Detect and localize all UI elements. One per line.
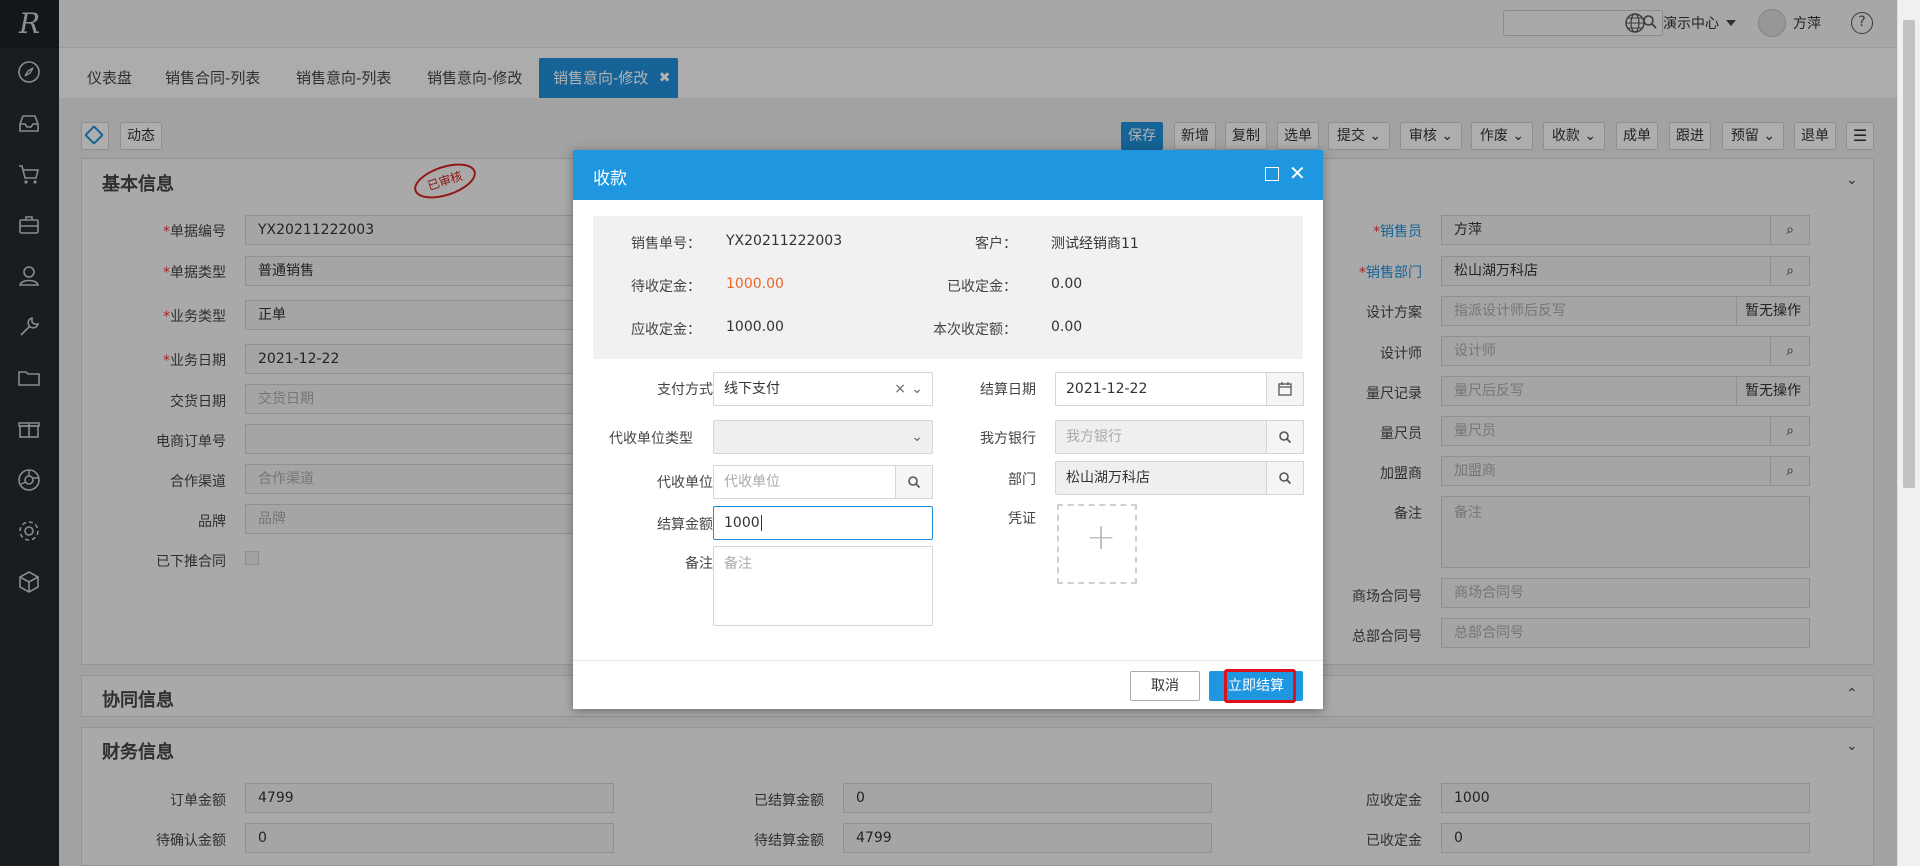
- order-no-value: YX20211222003: [726, 233, 843, 249]
- search-icon[interactable]: [1266, 420, 1304, 454]
- remark-textarea[interactable]: 备注: [713, 546, 933, 626]
- payment-modal: 收款 ✕ 销售单号： YX20211222003 客户： 测试经销商11 待收定…: [573, 150, 1323, 709]
- maximize-icon[interactable]: [1265, 167, 1279, 181]
- agent-type-select[interactable]: ⌄: [713, 420, 933, 454]
- our-bank-label: 我方银行: [980, 431, 1036, 447]
- dept-input[interactable]: 松山湖万科店: [1055, 461, 1267, 495]
- agent-unit-input[interactable]: 代收单位: [713, 465, 896, 499]
- customer-label: 客户：: [975, 236, 1017, 252]
- received-deposit-value: 0.00: [1051, 276, 1083, 292]
- due-deposit-value: 1000.00: [726, 319, 784, 335]
- current-amount-value: 0.00: [1051, 319, 1083, 335]
- received-deposit-label: 已收定金：: [947, 279, 1017, 295]
- voucher-label: 凭证: [1008, 511, 1036, 527]
- due-deposit-label: 应收定金：: [631, 322, 701, 338]
- clear-icon[interactable]: ×: [894, 373, 906, 405]
- current-amount-label: 本次收定额：: [933, 322, 1017, 338]
- search-icon[interactable]: [895, 465, 933, 499]
- pending-deposit-value: 1000.00: [726, 276, 784, 292]
- pay-method-label: 支付方式: [657, 382, 713, 398]
- cancel-button[interactable]: 取消: [1130, 671, 1200, 701]
- modal-footer-divider: [573, 660, 1323, 661]
- voucher-upload[interactable]: +: [1057, 504, 1137, 584]
- dept-label: 部门: [1008, 472, 1036, 488]
- our-bank-input[interactable]: 我方银行: [1055, 420, 1267, 454]
- agent-type-label: 代收单位类型: [609, 431, 693, 447]
- scrollbar-thumb[interactable]: [1903, 20, 1915, 488]
- calendar-icon[interactable]: [1266, 372, 1304, 406]
- close-icon[interactable]: ✕: [1289, 161, 1306, 185]
- pay-method-select[interactable]: 线下支付 × ⌄: [713, 372, 933, 406]
- plus-icon: +: [1086, 517, 1117, 558]
- chevron-down-icon[interactable]: ⌄: [911, 373, 923, 405]
- settle-date-label: 结算日期: [980, 382, 1036, 398]
- settle-amount-label: 结算金额: [657, 517, 713, 533]
- pending-deposit-label: 待收定金：: [631, 279, 701, 295]
- page-scrollbar[interactable]: [1897, 0, 1920, 866]
- chevron-down-icon[interactable]: ⌄: [911, 421, 923, 453]
- modal-header: 收款 ✕: [573, 150, 1323, 200]
- agent-unit-label: 代收单位: [657, 475, 713, 491]
- settle-amount-input[interactable]: 1000: [713, 506, 933, 540]
- order-no-label: 销售单号：: [631, 236, 701, 252]
- modal-title: 收款: [593, 169, 627, 189]
- remark-label: 备注: [685, 556, 713, 572]
- highlight-box: [1224, 669, 1296, 703]
- customer-value: 测试经销商11: [1051, 236, 1139, 252]
- settle-date-input[interactable]: 2021-12-22: [1055, 372, 1267, 406]
- search-icon[interactable]: [1266, 461, 1304, 495]
